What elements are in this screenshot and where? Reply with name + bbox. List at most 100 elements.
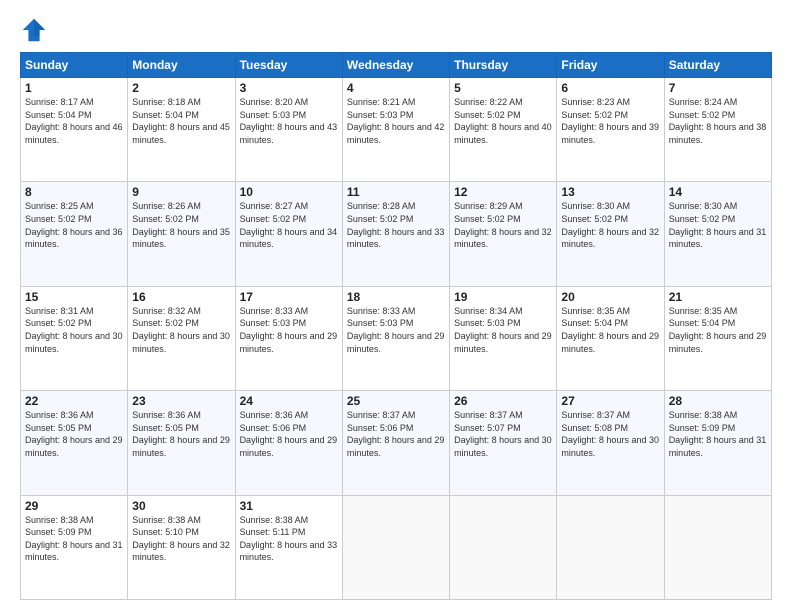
- calendar-cell: 5Sunrise: 8:22 AMSunset: 5:02 PMDaylight…: [450, 78, 557, 182]
- calendar-cell: [450, 495, 557, 599]
- weekday-thursday: Thursday: [450, 53, 557, 78]
- day-number: 31: [240, 499, 338, 513]
- day-number: 23: [132, 394, 230, 408]
- day-info: Sunrise: 8:38 AMSunset: 5:09 PMDaylight:…: [25, 514, 123, 564]
- calendar-cell: 27Sunrise: 8:37 AMSunset: 5:08 PMDayligh…: [557, 391, 664, 495]
- day-number: 6: [561, 81, 659, 95]
- day-number: 30: [132, 499, 230, 513]
- day-info: Sunrise: 8:38 AMSunset: 5:09 PMDaylight:…: [669, 409, 767, 459]
- logo: [20, 16, 52, 44]
- week-row-0: 1Sunrise: 8:17 AMSunset: 5:04 PMDaylight…: [21, 78, 772, 182]
- day-info: Sunrise: 8:38 AMSunset: 5:11 PMDaylight:…: [240, 514, 338, 564]
- calendar-cell: 18Sunrise: 8:33 AMSunset: 5:03 PMDayligh…: [342, 286, 449, 390]
- day-info: Sunrise: 8:35 AMSunset: 5:04 PMDaylight:…: [669, 305, 767, 355]
- calendar-cell: 3Sunrise: 8:20 AMSunset: 5:03 PMDaylight…: [235, 78, 342, 182]
- calendar-cell: 20Sunrise: 8:35 AMSunset: 5:04 PMDayligh…: [557, 286, 664, 390]
- calendar-cell: 30Sunrise: 8:38 AMSunset: 5:10 PMDayligh…: [128, 495, 235, 599]
- day-number: 16: [132, 290, 230, 304]
- calendar-cell: 11Sunrise: 8:28 AMSunset: 5:02 PMDayligh…: [342, 182, 449, 286]
- day-number: 26: [454, 394, 552, 408]
- day-number: 12: [454, 185, 552, 199]
- weekday-wednesday: Wednesday: [342, 53, 449, 78]
- calendar-cell: 17Sunrise: 8:33 AMSunset: 5:03 PMDayligh…: [235, 286, 342, 390]
- day-number: 3: [240, 81, 338, 95]
- day-info: Sunrise: 8:32 AMSunset: 5:02 PMDaylight:…: [132, 305, 230, 355]
- calendar-cell: 7Sunrise: 8:24 AMSunset: 5:02 PMDaylight…: [664, 78, 771, 182]
- week-row-1: 8Sunrise: 8:25 AMSunset: 5:02 PMDaylight…: [21, 182, 772, 286]
- header: [20, 16, 772, 44]
- calendar-cell: 10Sunrise: 8:27 AMSunset: 5:02 PMDayligh…: [235, 182, 342, 286]
- day-number: 4: [347, 81, 445, 95]
- calendar-cell: 8Sunrise: 8:25 AMSunset: 5:02 PMDaylight…: [21, 182, 128, 286]
- calendar-cell: 21Sunrise: 8:35 AMSunset: 5:04 PMDayligh…: [664, 286, 771, 390]
- day-number: 14: [669, 185, 767, 199]
- day-number: 28: [669, 394, 767, 408]
- day-info: Sunrise: 8:34 AMSunset: 5:03 PMDaylight:…: [454, 305, 552, 355]
- weekday-header-row: SundayMondayTuesdayWednesdayThursdayFrid…: [21, 53, 772, 78]
- day-info: Sunrise: 8:23 AMSunset: 5:02 PMDaylight:…: [561, 96, 659, 146]
- week-row-2: 15Sunrise: 8:31 AMSunset: 5:02 PMDayligh…: [21, 286, 772, 390]
- day-number: 18: [347, 290, 445, 304]
- day-info: Sunrise: 8:36 AMSunset: 5:05 PMDaylight:…: [25, 409, 123, 459]
- day-info: Sunrise: 8:17 AMSunset: 5:04 PMDaylight:…: [25, 96, 123, 146]
- day-info: Sunrise: 8:31 AMSunset: 5:02 PMDaylight:…: [25, 305, 123, 355]
- calendar-body: 1Sunrise: 8:17 AMSunset: 5:04 PMDaylight…: [21, 78, 772, 600]
- day-number: 5: [454, 81, 552, 95]
- day-info: Sunrise: 8:37 AMSunset: 5:06 PMDaylight:…: [347, 409, 445, 459]
- calendar-cell: 13Sunrise: 8:30 AMSunset: 5:02 PMDayligh…: [557, 182, 664, 286]
- calendar-cell: 22Sunrise: 8:36 AMSunset: 5:05 PMDayligh…: [21, 391, 128, 495]
- weekday-friday: Friday: [557, 53, 664, 78]
- calendar-cell: 14Sunrise: 8:30 AMSunset: 5:02 PMDayligh…: [664, 182, 771, 286]
- logo-icon: [20, 16, 48, 44]
- calendar-cell: 16Sunrise: 8:32 AMSunset: 5:02 PMDayligh…: [128, 286, 235, 390]
- week-row-3: 22Sunrise: 8:36 AMSunset: 5:05 PMDayligh…: [21, 391, 772, 495]
- day-number: 19: [454, 290, 552, 304]
- calendar-table: SundayMondayTuesdayWednesdayThursdayFrid…: [20, 52, 772, 600]
- day-info: Sunrise: 8:25 AMSunset: 5:02 PMDaylight:…: [25, 200, 123, 250]
- weekday-saturday: Saturday: [664, 53, 771, 78]
- day-number: 25: [347, 394, 445, 408]
- day-number: 11: [347, 185, 445, 199]
- calendar-cell: 19Sunrise: 8:34 AMSunset: 5:03 PMDayligh…: [450, 286, 557, 390]
- day-info: Sunrise: 8:37 AMSunset: 5:08 PMDaylight:…: [561, 409, 659, 459]
- day-info: Sunrise: 8:33 AMSunset: 5:03 PMDaylight:…: [347, 305, 445, 355]
- day-info: Sunrise: 8:29 AMSunset: 5:02 PMDaylight:…: [454, 200, 552, 250]
- day-number: 10: [240, 185, 338, 199]
- day-number: 22: [25, 394, 123, 408]
- day-info: Sunrise: 8:26 AMSunset: 5:02 PMDaylight:…: [132, 200, 230, 250]
- day-number: 29: [25, 499, 123, 513]
- calendar-cell: 28Sunrise: 8:38 AMSunset: 5:09 PMDayligh…: [664, 391, 771, 495]
- calendar-cell: 15Sunrise: 8:31 AMSunset: 5:02 PMDayligh…: [21, 286, 128, 390]
- day-info: Sunrise: 8:22 AMSunset: 5:02 PMDaylight:…: [454, 96, 552, 146]
- day-info: Sunrise: 8:21 AMSunset: 5:03 PMDaylight:…: [347, 96, 445, 146]
- calendar-cell: [342, 495, 449, 599]
- calendar-cell: 9Sunrise: 8:26 AMSunset: 5:02 PMDaylight…: [128, 182, 235, 286]
- day-info: Sunrise: 8:36 AMSunset: 5:06 PMDaylight:…: [240, 409, 338, 459]
- day-number: 24: [240, 394, 338, 408]
- calendar-cell: 4Sunrise: 8:21 AMSunset: 5:03 PMDaylight…: [342, 78, 449, 182]
- day-info: Sunrise: 8:28 AMSunset: 5:02 PMDaylight:…: [347, 200, 445, 250]
- day-number: 8: [25, 185, 123, 199]
- calendar-cell: 12Sunrise: 8:29 AMSunset: 5:02 PMDayligh…: [450, 182, 557, 286]
- day-number: 9: [132, 185, 230, 199]
- day-info: Sunrise: 8:20 AMSunset: 5:03 PMDaylight:…: [240, 96, 338, 146]
- day-number: 20: [561, 290, 659, 304]
- day-info: Sunrise: 8:30 AMSunset: 5:02 PMDaylight:…: [669, 200, 767, 250]
- day-info: Sunrise: 8:24 AMSunset: 5:02 PMDaylight:…: [669, 96, 767, 146]
- calendar-cell: 2Sunrise: 8:18 AMSunset: 5:04 PMDaylight…: [128, 78, 235, 182]
- calendar-cell: 24Sunrise: 8:36 AMSunset: 5:06 PMDayligh…: [235, 391, 342, 495]
- calendar-cell: 25Sunrise: 8:37 AMSunset: 5:06 PMDayligh…: [342, 391, 449, 495]
- day-number: 27: [561, 394, 659, 408]
- day-number: 17: [240, 290, 338, 304]
- calendar-cell: 31Sunrise: 8:38 AMSunset: 5:11 PMDayligh…: [235, 495, 342, 599]
- day-info: Sunrise: 8:33 AMSunset: 5:03 PMDaylight:…: [240, 305, 338, 355]
- day-info: Sunrise: 8:36 AMSunset: 5:05 PMDaylight:…: [132, 409, 230, 459]
- calendar-cell: [557, 495, 664, 599]
- weekday-monday: Monday: [128, 53, 235, 78]
- day-info: Sunrise: 8:27 AMSunset: 5:02 PMDaylight:…: [240, 200, 338, 250]
- day-number: 7: [669, 81, 767, 95]
- calendar-cell: [664, 495, 771, 599]
- calendar-cell: 6Sunrise: 8:23 AMSunset: 5:02 PMDaylight…: [557, 78, 664, 182]
- week-row-4: 29Sunrise: 8:38 AMSunset: 5:09 PMDayligh…: [21, 495, 772, 599]
- day-number: 13: [561, 185, 659, 199]
